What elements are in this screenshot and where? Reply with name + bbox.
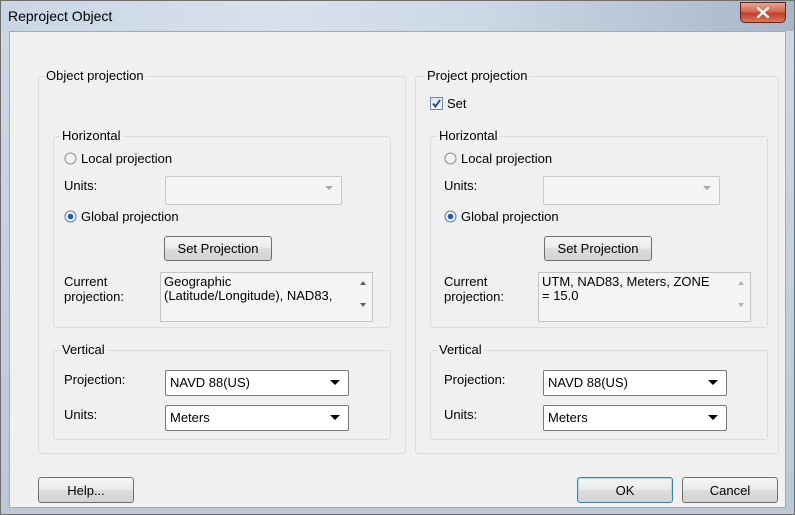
- project-current-projection-text[interactable]: UTM, NAD83, Meters, ZONE = 15.0: [538, 272, 751, 322]
- object-vertical-units-select[interactable]: Meters: [165, 405, 349, 431]
- project-vertical-label: Vertical: [437, 342, 484, 357]
- checkmark-icon: [432, 99, 441, 108]
- object-current-projection-scrollbar[interactable]: [357, 275, 370, 317]
- chevron-down-icon: [330, 380, 340, 385]
- object-vertical-projection-select[interactable]: NAVD 88(US): [165, 370, 349, 396]
- object-local-projection-radio[interactable]: [64, 152, 77, 165]
- project-set-projection-button[interactable]: Set Projection: [544, 236, 652, 261]
- project-units-combo[interactable]: [543, 176, 720, 205]
- close-button[interactable]: [740, 2, 786, 23]
- object-global-projection-label[interactable]: Global projection: [81, 209, 179, 224]
- object-horizontal-label: Horizontal: [60, 128, 123, 143]
- project-horizontal-label: Horizontal: [437, 128, 500, 143]
- cancel-button[interactable]: Cancel: [682, 477, 778, 503]
- object-units-combo[interactable]: [165, 176, 342, 205]
- project-global-projection-label[interactable]: Global projection: [461, 209, 559, 224]
- object-local-projection-label[interactable]: Local projection: [81, 151, 172, 166]
- chevron-down-icon: [708, 415, 718, 420]
- object-vertical-label: Vertical: [60, 342, 107, 357]
- chevron-down-icon: [325, 186, 333, 190]
- project-vertical-projection-label: Projection:: [444, 372, 506, 387]
- project-global-projection-radio[interactable]: [444, 210, 457, 223]
- object-vertical-projection-label: Projection:: [64, 372, 126, 387]
- project-vertical-units-select[interactable]: Meters: [543, 405, 727, 431]
- chevron-down-icon: [708, 380, 718, 385]
- object-projection-label: Object projection: [44, 68, 146, 83]
- help-button[interactable]: Help...: [38, 477, 134, 503]
- project-vertical-units-label: Units:: [444, 407, 478, 422]
- project-set-checkbox[interactable]: [430, 97, 443, 110]
- scroll-down-icon[interactable]: [738, 303, 744, 307]
- chevron-down-icon: [703, 186, 711, 190]
- project-units-label: Units:: [444, 178, 478, 193]
- window-title: Reproject Object: [8, 8, 113, 24]
- object-current-projection-text[interactable]: Geographic (Latitude/Longitude), NAD83,: [160, 272, 373, 322]
- ok-button[interactable]: OK: [577, 477, 673, 503]
- scroll-up-icon[interactable]: [360, 281, 366, 285]
- close-icon: [757, 7, 769, 18]
- object-global-projection-radio[interactable]: [64, 210, 77, 223]
- project-vertical-projection-select[interactable]: NAVD 88(US): [543, 370, 727, 396]
- chevron-down-icon: [330, 415, 340, 420]
- object-set-projection-button[interactable]: Set Projection: [164, 236, 272, 261]
- object-units-label: Units:: [64, 178, 98, 193]
- project-local-projection-label[interactable]: Local projection: [461, 151, 552, 166]
- project-local-projection-radio[interactable]: [444, 152, 457, 165]
- scroll-down-icon[interactable]: [360, 303, 366, 307]
- title-bar[interactable]: Reproject Object: [1, 1, 794, 31]
- project-current-projection-label: Current projection:: [444, 274, 504, 304]
- scroll-up-icon[interactable]: [738, 281, 744, 285]
- project-projection-label: Project projection: [425, 68, 530, 83]
- project-set-label[interactable]: Set: [447, 96, 467, 111]
- project-current-projection-scrollbar[interactable]: [735, 275, 748, 317]
- dialog-client-area: Object projection Horizontal Local proje…: [9, 31, 786, 508]
- dialog-window: Reproject Object Object projection Horiz…: [0, 0, 795, 515]
- object-current-projection-label: Current projection:: [64, 274, 124, 304]
- object-vertical-units-label: Units:: [64, 407, 98, 422]
